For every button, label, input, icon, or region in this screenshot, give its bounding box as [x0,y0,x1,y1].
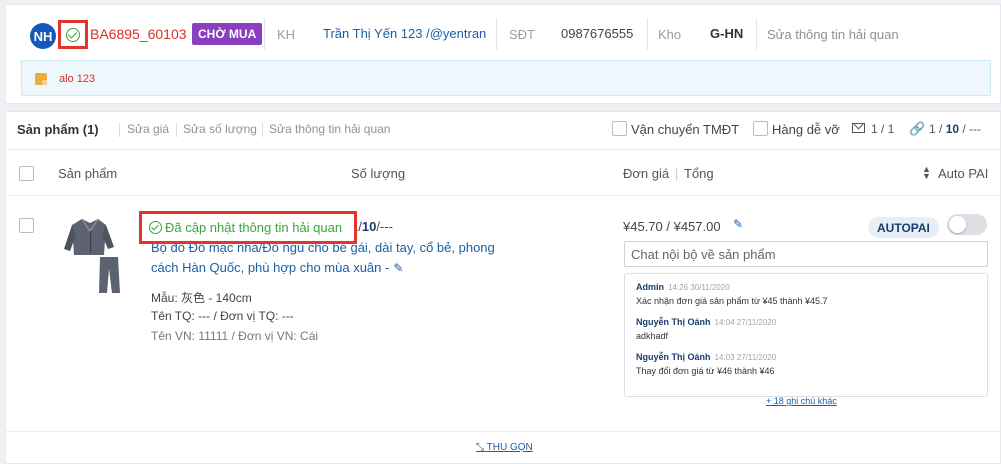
toggle-knob [949,216,966,233]
mail-count: 1 / 1 [871,122,895,136]
mail-icon [852,123,865,133]
order-header-card: NH BA6895_60103 CHỜ MUA KH Trần Thị Yến … [5,4,1001,104]
warehouse-value: G-HN [710,26,744,41]
check-circle-icon [66,27,80,42]
product-thumbnail[interactable] [60,215,130,295]
notes-panel: Admin 14:26 30/11/2020 Xác nhận đơn giá s… [624,273,988,397]
order-note: alo 123 [21,60,991,96]
product-price: ¥45.70 / ¥457.00 [623,219,721,234]
card-footer: ⤡ THU GỌN [6,431,1000,464]
edit-price-action[interactable]: Sửa giá [127,122,169,136]
product-chat-input[interactable] [624,241,988,267]
warehouse-label: Kho [658,27,682,42]
verified-highlight [58,20,88,49]
pencil-icon[interactable]: ✎ [393,258,403,278]
divider [647,18,648,50]
product-cn-info: Tên TQ: --- / Đơn vị TQ: --- [151,309,294,323]
col-unit-price: Đơn giá [623,166,670,181]
status-badge: CHỜ MUA [192,23,263,45]
check-circle-icon [149,221,162,234]
note-item: Nguyễn Thị Oánh 14:04 27/11/2020 adkhadf [636,317,777,341]
divider: | [675,166,679,181]
note-item: Admin 14:26 30/11/2020 Xác nhận đơn giá s… [636,282,828,306]
product-vn-info: Tên VN: 11111 / Đơn vị VN: Cái [151,329,319,343]
divider [176,123,177,137]
products-card: Sản phẩm (1) Sửa giá Sửa số lượng Sửa th… [5,111,1001,464]
fragile-checkbox[interactable] [753,121,768,136]
divider [756,18,757,50]
customer-link[interactable]: Trần Thị Yến 123 /@yentran [323,26,486,41]
ecommerce-shipping-label: Vận chuyển TMĐT [631,122,740,137]
customs-status-highlight: Đã cập nhật thông tin hải quan [139,211,357,244]
edit-customs-link[interactable]: Sửa thông tin hải quan [767,27,899,42]
customer-label: KH [277,27,296,42]
divider [264,18,265,50]
col-quantity: Số lượng [351,166,406,181]
more-notes-link[interactable]: + 18 ghi chú khác [766,396,837,406]
col-total: Tổng [684,166,714,181]
fragile-label: Hàng dễ vỡ [772,122,840,137]
edit-customs-action[interactable]: Sửa thông tin hải quan [269,122,390,136]
divider [119,123,120,137]
product-name[interactable]: Bộ đồ Đồ mặc nhà/Đồ ngủ cho bé gái, dài … [151,238,511,278]
link-icon: 🔗 [909,121,926,136]
sticky-note-icon [35,73,47,85]
products-title: Sản phẩm (1) [17,122,99,137]
divider [262,123,263,137]
products-toolbar: Sản phẩm (1) Sửa giá Sửa số lượng Sửa th… [6,112,1000,150]
edit-price-icon[interactable]: ✎ [733,217,743,231]
phone-label: SĐT [509,27,535,42]
autopai-badge: AUTOPAI [868,217,939,238]
avatar: NH [30,23,56,49]
collapse-link[interactable]: ⤡ THU GỌN [476,442,533,453]
row-checkbox[interactable] [19,218,34,233]
divider [496,18,497,50]
phone-value: 0987676555 [561,26,634,41]
autopai-toggle[interactable] [947,214,987,235]
table-header: Sản phẩm Số lượng Đơn giá | Tổng ▲ ▼ Auto… [6,150,1000,196]
ecommerce-shipping-checkbox[interactable] [612,121,627,136]
product-variant: Mẫu: 灰色 - 140cm [151,291,252,305]
customs-status: Đã cập nhật thông tin hải quan [149,220,342,235]
edit-quantity-action[interactable]: Sửa số lượng [183,122,257,136]
product-quantity: 1/10/--- [351,219,393,234]
order-note-text: alo 123 [59,73,96,85]
customs-status-text: Đã cập nhật thông tin hải quan [165,220,343,235]
sort-icon[interactable]: ▲ ▼ [922,165,931,181]
order-code-link[interactable]: BA6895_60103 [90,26,187,42]
link-count: 1 / 10 / --- [929,122,982,136]
col-auto-pai: Auto PAI [938,166,989,181]
select-all-checkbox[interactable] [19,166,34,181]
col-product: Sản phẩm [58,166,118,181]
order-header: NH BA6895_60103 CHỜ MUA KH Trần Thị Yến … [6,5,1000,61]
note-item: Nguyễn Thị Oánh 14:03 27/11/2020 Thay đổi… [636,352,777,376]
